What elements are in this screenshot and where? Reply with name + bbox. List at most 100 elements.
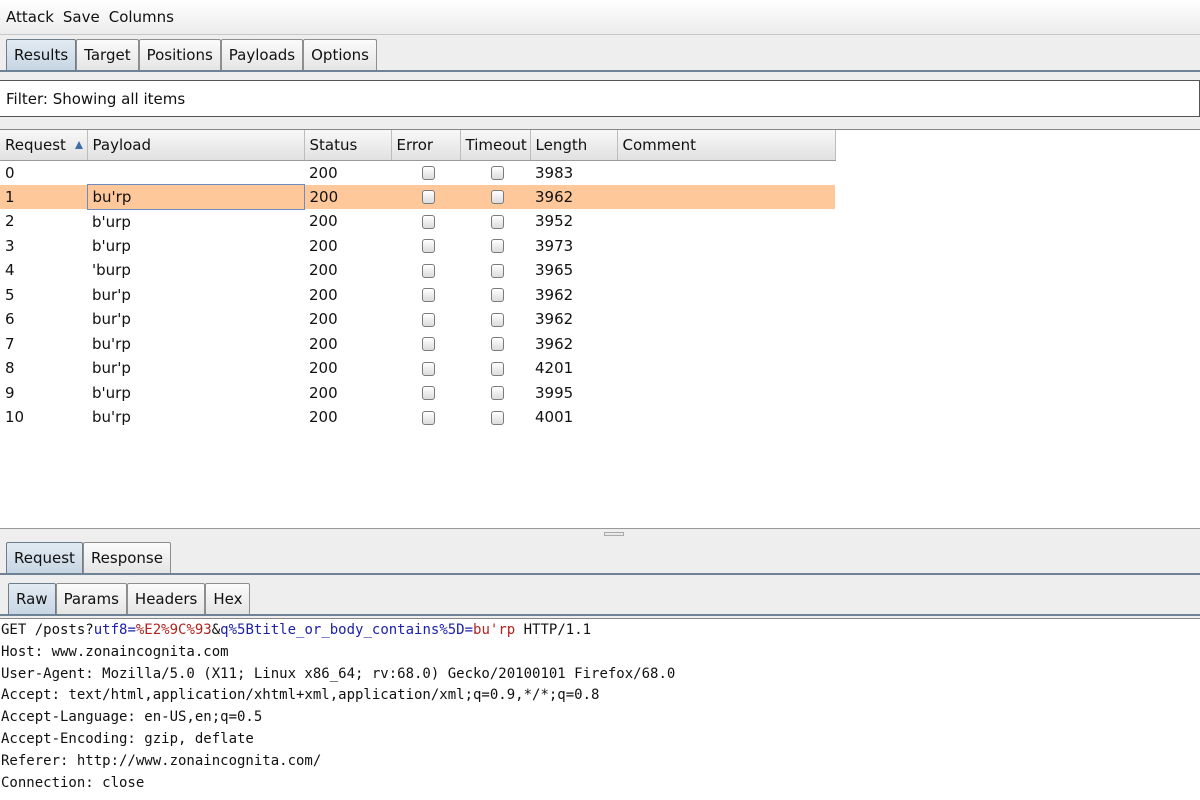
error-checkbox[interactable] bbox=[421, 288, 435, 303]
header-line: Connection: close bbox=[1, 774, 145, 791]
table-row[interactable]: 7 bu'rp 200 3962 bbox=[0, 331, 835, 356]
cell-payload: bu'rp bbox=[87, 331, 304, 356]
error-checkbox[interactable] bbox=[421, 263, 435, 278]
cell-status: 200 bbox=[304, 282, 391, 307]
timeout-checkbox[interactable] bbox=[491, 239, 504, 254]
cell-timeout bbox=[460, 160, 530, 185]
cell-error bbox=[391, 209, 460, 234]
tab-results[interactable]: Results bbox=[6, 39, 77, 71]
raw-request-editor[interactable]: GET /posts?utf8=%E2%9C%93&q%5Btitle_or_b… bbox=[0, 618, 1200, 800]
timeout-checkbox[interactable] bbox=[491, 214, 504, 229]
header-line: Referer: http://www.zonaincognita.com/ bbox=[1, 752, 322, 769]
cell-request: 4 bbox=[0, 258, 87, 283]
cell-length: 4001 bbox=[530, 405, 617, 430]
error-checkbox[interactable] bbox=[421, 386, 435, 401]
column-header-length[interactable]: Length bbox=[530, 130, 618, 161]
cell-comment bbox=[617, 209, 835, 234]
tab-headers[interactable]: Headers bbox=[126, 583, 206, 615]
cell-status: 200 bbox=[304, 233, 391, 258]
cell-status: 200 bbox=[304, 331, 391, 356]
sort-ascending-icon bbox=[74, 141, 83, 149]
split-pane-handle[interactable] bbox=[604, 532, 624, 536]
cell-request: 1 bbox=[0, 184, 87, 209]
table-row-selected[interactable]: 1 bu'rp 200 3962 bbox=[0, 184, 835, 210]
cell-comment bbox=[617, 331, 835, 356]
table-row[interactable]: 9 b'urp 200 3995 bbox=[0, 380, 835, 405]
error-checkbox[interactable] bbox=[421, 312, 435, 327]
menu-attack[interactable]: Attack bbox=[6, 8, 54, 26]
column-header-timeout[interactable]: Timeout bbox=[460, 130, 531, 161]
cell-timeout bbox=[460, 258, 530, 283]
cell-request: 6 bbox=[0, 307, 87, 332]
cell-request: 2 bbox=[0, 209, 87, 234]
table-row[interactable]: 4 'burp 200 3965 bbox=[0, 258, 835, 283]
table-row[interactable]: 0 200 3983 bbox=[0, 160, 835, 185]
timeout-checkbox[interactable] bbox=[491, 337, 504, 352]
timeout-checkbox[interactable] bbox=[491, 288, 504, 303]
timeout-checkbox[interactable] bbox=[491, 410, 504, 425]
tab-target[interactable]: Target bbox=[76, 39, 139, 71]
table-row[interactable]: 6 bur'p 200 3962 bbox=[0, 307, 835, 332]
timeout-checkbox[interactable] bbox=[491, 386, 504, 401]
cell-comment bbox=[617, 160, 835, 185]
cell-request: 10 bbox=[0, 405, 87, 430]
error-checkbox[interactable] bbox=[421, 166, 435, 180]
cell-comment bbox=[617, 184, 835, 209]
view-tab-divider bbox=[0, 614, 1200, 616]
cell-error bbox=[391, 282, 460, 307]
error-checkbox[interactable] bbox=[421, 214, 435, 229]
error-checkbox[interactable] bbox=[421, 190, 435, 205]
cell-status: 200 bbox=[304, 380, 391, 405]
header-line: Accept: text/html,application/xhtml+xml,… bbox=[1, 687, 600, 704]
timeout-checkbox[interactable] bbox=[491, 166, 504, 180]
column-header-status[interactable]: Status bbox=[304, 130, 392, 161]
cell-request: 7 bbox=[0, 331, 87, 356]
tab-params[interactable]: Params bbox=[55, 583, 127, 615]
cell-payload: 'burp bbox=[87, 258, 304, 283]
timeout-checkbox[interactable] bbox=[491, 361, 504, 376]
tab-raw[interactable]: Raw bbox=[8, 583, 56, 615]
menu-columns[interactable]: Columns bbox=[109, 8, 174, 26]
request-line: GET /posts?utf8=%E2%9C%93&q%5Btitle_or_b… bbox=[1, 622, 592, 638]
tab-payloads[interactable]: Payloads bbox=[220, 39, 304, 71]
timeout-checkbox[interactable] bbox=[491, 263, 504, 278]
table-row[interactable]: 8 bur'p 200 4201 bbox=[0, 356, 835, 381]
cell-payload: bu'rp bbox=[87, 405, 304, 430]
cell-comment bbox=[617, 282, 835, 307]
tab-request[interactable]: Request bbox=[6, 542, 83, 574]
cell-request: 3 bbox=[0, 233, 87, 258]
column-header-comment[interactable]: Comment bbox=[617, 130, 836, 161]
column-header-error[interactable]: Error bbox=[391, 130, 461, 161]
tab-positions[interactable]: Positions bbox=[138, 39, 221, 71]
tab-options[interactable]: Options bbox=[303, 39, 378, 71]
tab-hex[interactable]: Hex bbox=[205, 583, 251, 615]
error-checkbox[interactable] bbox=[421, 337, 435, 352]
table-row[interactable]: 5 bur'p 200 3962 bbox=[0, 282, 835, 307]
error-checkbox[interactable] bbox=[421, 361, 435, 376]
cell-payload: b'urp bbox=[87, 233, 304, 258]
error-checkbox[interactable] bbox=[421, 239, 435, 254]
table-row[interactable]: 10 bu'rp 200 4001 bbox=[0, 405, 835, 430]
cell-timeout bbox=[460, 380, 530, 405]
cell-status: 200 bbox=[304, 307, 391, 332]
menu-save[interactable]: Save bbox=[63, 8, 100, 26]
cell-comment bbox=[617, 380, 835, 405]
cell-error bbox=[391, 380, 460, 405]
error-checkbox[interactable] bbox=[421, 410, 435, 425]
table-row[interactable]: 2 b'urp 200 3952 bbox=[0, 209, 835, 234]
timeout-checkbox[interactable] bbox=[491, 190, 504, 205]
cell-length: 4201 bbox=[530, 356, 617, 381]
cell-timeout bbox=[460, 405, 530, 430]
tab-response[interactable]: Response bbox=[82, 542, 171, 574]
column-header-request[interactable]: Request bbox=[0, 130, 88, 161]
cell-error bbox=[391, 356, 460, 381]
cell-status: 200 bbox=[304, 184, 391, 209]
column-header-payload[interactable]: Payload bbox=[87, 130, 305, 161]
cell-status: 200 bbox=[304, 258, 391, 283]
cell-payload: bur'p bbox=[87, 282, 304, 307]
header-line: User-Agent: Mozilla/5.0 (X11; Linux x86_… bbox=[1, 665, 676, 682]
table-row[interactable]: 3 b'urp 200 3973 bbox=[0, 233, 835, 258]
cell-payload: bur'p bbox=[87, 356, 304, 381]
filter-bar[interactable]: Filter: Showing all items bbox=[0, 80, 1200, 117]
timeout-checkbox[interactable] bbox=[491, 312, 504, 327]
